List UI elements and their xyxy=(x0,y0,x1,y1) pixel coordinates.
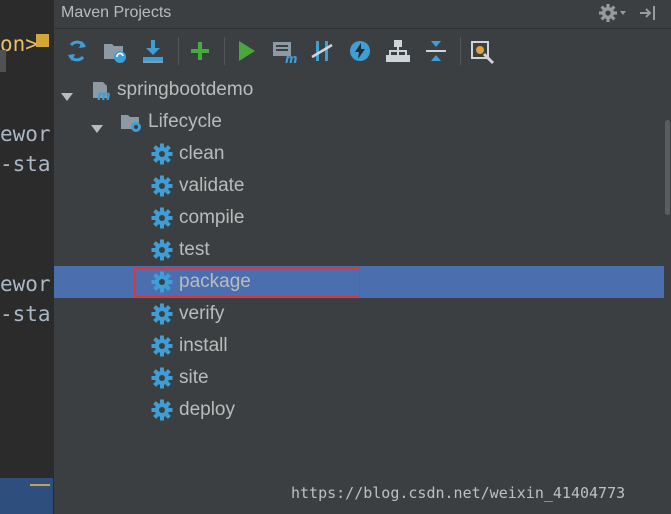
toolbar-separator xyxy=(224,37,225,65)
goal-label: clean xyxy=(179,143,225,164)
maven-toolbar: m xyxy=(54,29,671,73)
project-name: springbootdemo xyxy=(117,79,254,100)
scrollbar-thumb[interactable] xyxy=(665,120,670,215)
editor-line: ewor xyxy=(0,272,51,296)
tree-node-goal-site[interactable]: site xyxy=(54,362,664,394)
goal-label: validate xyxy=(179,175,245,196)
watermark: https://blog.csdn.net/weixin_41404773 xyxy=(291,484,626,502)
tree-node-goal-validate[interactable]: validate xyxy=(54,170,664,202)
svg-text:m: m xyxy=(97,89,111,101)
execute-goal-icon[interactable]: m xyxy=(270,37,298,65)
tree-scrollbar[interactable] xyxy=(665,30,671,514)
gear-icon xyxy=(151,207,173,229)
gear-icon xyxy=(151,175,173,197)
tree-node-goal-verify[interactable]: verify xyxy=(54,298,664,330)
tree-node-goal-compile[interactable]: compile xyxy=(54,202,664,234)
gear-icon xyxy=(151,399,173,421)
code-editor-fragment[interactable]: on> ewor -sta ewor -sta xyxy=(0,0,53,514)
goal-label: deploy xyxy=(179,399,235,420)
reimport-icon[interactable] xyxy=(63,37,91,65)
tree-node-goal-deploy[interactable]: deploy xyxy=(54,394,664,426)
gear-icon xyxy=(151,239,173,261)
gear-icon xyxy=(151,335,173,357)
add-icon[interactable] xyxy=(186,37,214,65)
tree-node-goal-test[interactable]: test xyxy=(54,234,664,266)
tree-node-goal-clean[interactable]: clean xyxy=(54,138,664,170)
panel-title: Maven Projects xyxy=(61,4,172,21)
show-dependencies-icon[interactable] xyxy=(384,37,412,65)
goal-label: compile xyxy=(179,207,245,228)
annotation-highlight-box xyxy=(134,268,360,297)
bookmark-marker xyxy=(36,34,49,47)
panel-titlebar: Maven Projects xyxy=(54,0,671,29)
gear-icon[interactable] xyxy=(599,3,629,23)
expand-arrow-icon[interactable] xyxy=(90,115,104,133)
goal-label: test xyxy=(179,239,210,260)
toggle-offline-icon[interactable] xyxy=(308,37,336,65)
lifecycle-label: Lifecycle xyxy=(148,111,222,132)
hide-panel-icon[interactable] xyxy=(637,3,659,23)
editor-underline xyxy=(30,484,50,486)
settings-icon[interactable] xyxy=(468,37,496,65)
goal-label: install xyxy=(179,335,228,356)
gear-icon xyxy=(151,367,173,389)
skip-tests-icon[interactable] xyxy=(346,37,374,65)
maven-projects-panel: Maven Projects m m springbootdemo Lifecy… xyxy=(53,0,671,514)
toolbar-separator xyxy=(460,37,461,65)
maven-project-icon: m xyxy=(90,79,112,104)
tree-node-project[interactable]: m springbootdemo xyxy=(54,74,664,106)
toolbar-separator xyxy=(178,37,179,65)
expand-arrow-icon[interactable] xyxy=(60,83,74,101)
lifecycle-folder-icon xyxy=(120,111,142,133)
collapse-all-icon[interactable] xyxy=(422,37,450,65)
editor-line: ewor xyxy=(0,122,51,146)
download-icon[interactable] xyxy=(139,37,167,65)
tree-node-lifecycle[interactable]: Lifecycle xyxy=(54,106,664,138)
generate-sources-icon[interactable] xyxy=(101,37,129,65)
tree-node-goal-install[interactable]: install xyxy=(54,330,664,362)
gear-icon xyxy=(151,303,173,325)
run-icon[interactable] xyxy=(232,37,260,65)
goal-label: verify xyxy=(179,303,225,324)
goal-label: site xyxy=(179,367,209,388)
editor-scroll-marker xyxy=(0,50,6,72)
gear-icon xyxy=(151,143,173,165)
svg-text:m: m xyxy=(285,52,298,65)
editor-line: -sta xyxy=(0,302,51,326)
editor-line: -sta xyxy=(0,152,51,176)
